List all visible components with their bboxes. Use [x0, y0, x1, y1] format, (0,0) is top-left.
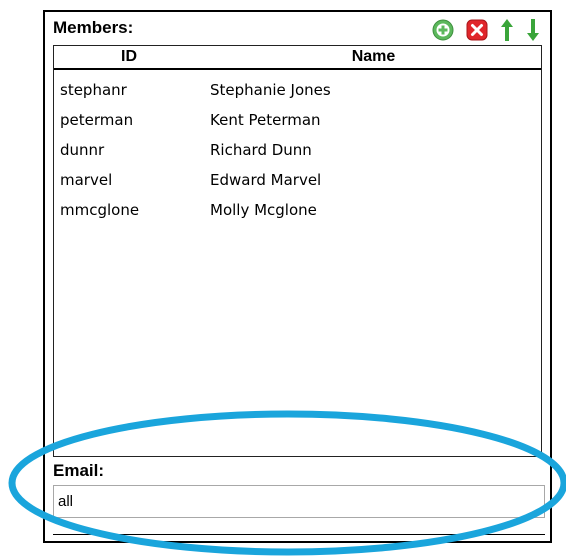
members-list[interactable]: ID Name stephanr Stephanie Jones peterma… [53, 45, 542, 457]
members-title: Members: [53, 18, 134, 37]
member-id: peterman [60, 111, 134, 129]
member-row[interactable]: dunnr Richard Dunn [54, 137, 541, 167]
arrow-down-icon [527, 19, 539, 41]
member-row[interactable]: mmcglone Molly Mcglone [54, 197, 541, 227]
member-id: stephanr [60, 81, 127, 99]
member-name: Molly Mcglone [210, 201, 317, 219]
remove-member-button[interactable] [466, 19, 488, 41]
members-panel: Members: ID Name stephanr Stephanie Jone… [43, 10, 552, 543]
move-up-button[interactable] [500, 18, 514, 42]
add-member-button[interactable] [432, 19, 454, 41]
panel-bottom-divider [53, 524, 545, 535]
member-name: Kent Peterman [210, 111, 321, 129]
members-toolbar [432, 18, 540, 42]
member-id: dunnr [60, 141, 105, 159]
arrow-up-icon [501, 19, 513, 41]
member-id: marvel [60, 171, 113, 189]
email-label: Email: [53, 461, 105, 480]
member-name: Edward Marvel [210, 171, 322, 189]
add-icon [432, 19, 454, 41]
member-name: Richard Dunn [210, 141, 312, 159]
members-list-header: ID Name [54, 46, 541, 70]
member-row[interactable]: stephanr Stephanie Jones [54, 77, 541, 107]
remove-icon [466, 19, 488, 41]
member-name: Stephanie Jones [210, 81, 331, 99]
member-row[interactable]: marvel Edward Marvel [54, 167, 541, 197]
email-field[interactable] [53, 485, 545, 518]
members-rows: stephanr Stephanie Jones peterman Kent P… [54, 77, 541, 227]
member-id: mmcglone [60, 201, 140, 219]
column-header-name[interactable]: Name [204, 48, 543, 66]
member-row[interactable]: peterman Kent Peterman [54, 107, 541, 137]
move-down-button[interactable] [526, 18, 540, 42]
column-header-id[interactable]: ID [54, 48, 204, 66]
